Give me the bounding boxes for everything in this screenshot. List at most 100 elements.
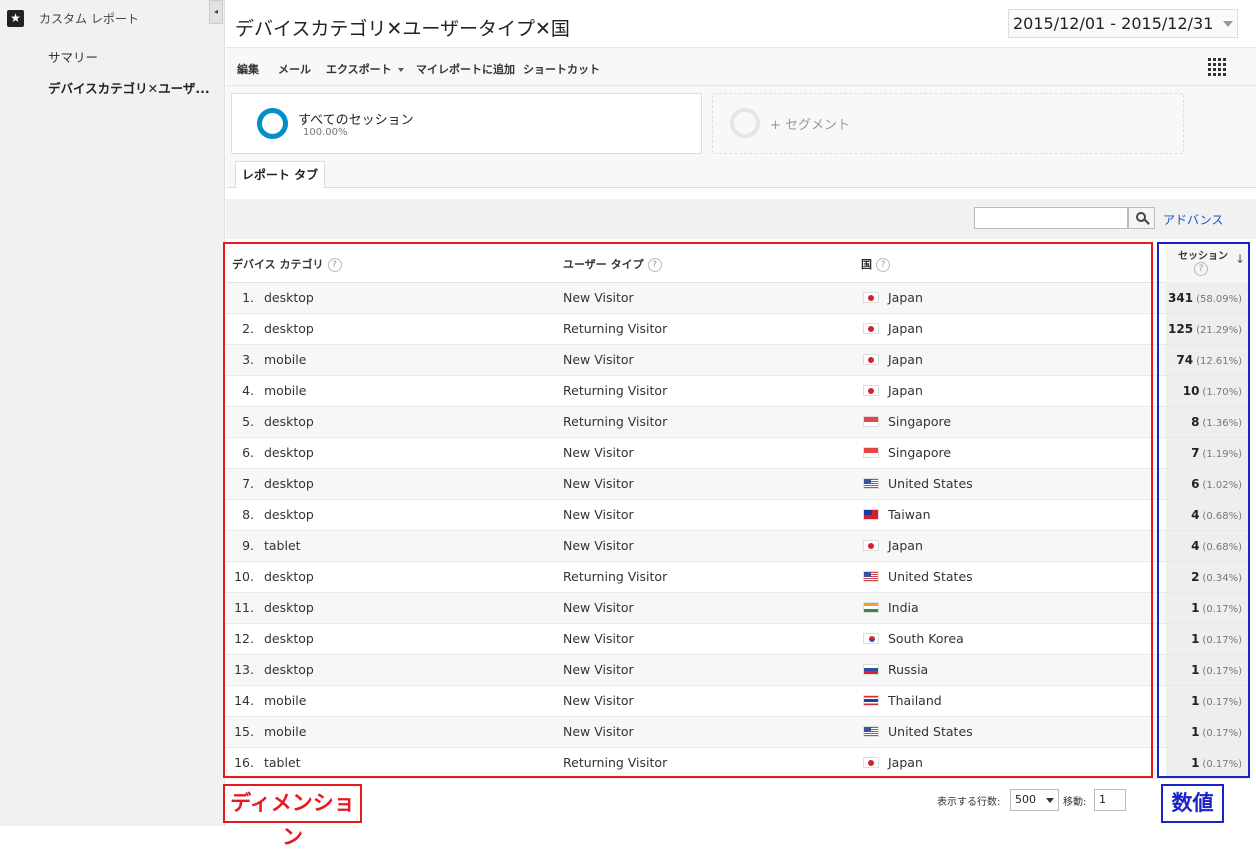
table-row: 8. desktop New Visitor Taiwan 4 (0.68%) — [226, 500, 1248, 531]
device-category-cell[interactable]: tablet — [264, 755, 301, 770]
column-header-country[interactable]: 国? — [861, 256, 890, 272]
sessions-value: 1 — [1191, 601, 1200, 615]
country-cell[interactable]: Japan — [888, 538, 923, 553]
goto-input[interactable]: 1 — [1094, 789, 1126, 811]
country-cell[interactable]: United States — [888, 724, 973, 739]
user-type-cell[interactable]: Returning Visitor — [563, 569, 667, 584]
export-label: エクスポート — [326, 63, 392, 76]
country-flag-icon — [863, 757, 879, 768]
collapse-sidebar-icon[interactable]: ◂ — [209, 0, 223, 24]
sessions-value: 1 — [1191, 725, 1200, 739]
country-flag-icon — [863, 323, 879, 334]
device-category-cell[interactable]: desktop — [264, 600, 314, 615]
device-category-cell[interactable]: mobile — [264, 693, 306, 708]
advanced-filter-link[interactable]: アドバンス — [1163, 211, 1223, 228]
user-type-cell[interactable]: New Visitor — [563, 724, 634, 739]
export-button[interactable]: エクスポート — [326, 61, 404, 77]
country-cell[interactable]: Singapore — [888, 414, 951, 429]
tab-report[interactable]: レポート タブ — [235, 161, 325, 189]
device-category-cell[interactable]: desktop — [264, 631, 314, 646]
country-flag-icon — [863, 540, 879, 551]
country-cell[interactable]: South Korea — [888, 631, 964, 646]
user-type-cell[interactable]: Returning Visitor — [563, 321, 667, 336]
country-cell[interactable]: Japan — [888, 321, 923, 336]
device-category-cell[interactable]: mobile — [264, 352, 306, 367]
sidebar-item-current-report[interactable]: デバイスカテゴリ✕ユーザ... — [48, 78, 213, 97]
search-button[interactable] — [1128, 207, 1155, 229]
user-type-cell[interactable]: Returning Visitor — [563, 383, 667, 398]
country-cell[interactable]: Japan — [888, 755, 923, 770]
sessions-value: 4 — [1191, 539, 1200, 553]
country-cell[interactable]: Taiwan — [888, 507, 931, 522]
help-icon[interactable]: ? — [1194, 262, 1208, 276]
shortcut-button[interactable]: ショートカット — [523, 61, 600, 77]
device-category-cell[interactable]: desktop — [264, 569, 314, 584]
sidebar-header[interactable]: ★ カスタム レポート — [0, 0, 225, 36]
sessions-value: 7 — [1191, 446, 1200, 460]
add-to-myreport-button[interactable]: マイレポートに追加 — [416, 61, 515, 77]
user-type-cell[interactable]: Returning Visitor — [563, 755, 667, 770]
country-cell[interactable]: India — [888, 600, 919, 615]
country-flag-icon — [863, 354, 879, 365]
column-header-sessions[interactable]: セッション ? ↓ — [1166, 244, 1248, 283]
segment-all-sessions[interactable]: すべてのセッション 100.00% — [231, 93, 702, 154]
table-row: 15. mobile New Visitor United States 1 (0.17%… — [226, 717, 1248, 748]
user-type-cell[interactable]: New Visitor — [563, 631, 634, 646]
add-segment-button[interactable]: + セグメント — [712, 93, 1184, 154]
user-type-cell[interactable]: New Visitor — [563, 693, 634, 708]
table-body: 1. desktop New Visitor Japan 341 (58.09%) 2. de… — [226, 283, 1248, 779]
search-input[interactable] — [974, 207, 1128, 229]
column-header-sessions-label: セッション — [1178, 251, 1228, 262]
country-cell[interactable]: Japan — [888, 383, 923, 398]
user-type-cell[interactable]: New Visitor — [563, 290, 634, 305]
help-icon[interactable]: ? — [647, 258, 662, 272]
country-flag-icon — [863, 447, 879, 458]
device-category-cell[interactable]: desktop — [264, 662, 314, 677]
date-range-picker[interactable]: 2015/12/01 - 2015/12/31 — [1008, 9, 1238, 38]
device-category-cell[interactable]: desktop — [264, 476, 314, 491]
user-type-cell[interactable]: New Visitor — [563, 352, 634, 367]
row-number: 5. — [242, 414, 254, 429]
country-cell[interactable]: Thailand — [888, 693, 942, 708]
device-category-cell[interactable]: mobile — [264, 724, 306, 739]
table-row: 16. tablet Returning Visitor Japan 1 (0.17%) — [226, 748, 1248, 779]
table-row: 6. desktop New Visitor Singapore 7 (1.19%) — [226, 438, 1248, 469]
device-category-cell[interactable]: desktop — [264, 414, 314, 429]
user-type-cell[interactable]: New Visitor — [563, 538, 634, 553]
country-cell[interactable]: Japan — [888, 290, 923, 305]
rows-per-page-select[interactable]: 500 — [1010, 789, 1059, 811]
device-category-cell[interactable]: desktop — [264, 321, 314, 336]
country-cell[interactable]: Russia — [888, 662, 928, 677]
help-icon[interactable]: ? — [327, 258, 342, 272]
sessions-percent: (0.17%) — [1202, 697, 1242, 708]
column-header-user-type[interactable]: ユーザー タイプ? — [563, 256, 662, 272]
edit-button[interactable]: 編集 — [237, 61, 259, 77]
sessions-percent: (0.17%) — [1202, 635, 1242, 646]
user-type-cell[interactable]: New Visitor — [563, 662, 634, 677]
grid-icon[interactable] — [1208, 58, 1226, 76]
country-cell[interactable]: United States — [888, 476, 973, 491]
device-category-cell[interactable]: desktop — [264, 445, 314, 460]
rows-per-page-label: 表示する行数: — [937, 797, 1001, 808]
device-category-cell[interactable]: mobile — [264, 383, 306, 398]
user-type-cell[interactable]: New Visitor — [563, 507, 634, 522]
segment-name: すべてのセッション — [298, 113, 414, 128]
user-type-cell[interactable]: New Visitor — [563, 476, 634, 491]
sort-descending-icon[interactable]: ↓ — [1235, 252, 1245, 266]
country-flag-icon — [863, 695, 879, 706]
sidebar-item-summary[interactable]: サマリー — [48, 47, 98, 66]
country-cell[interactable]: Singapore — [888, 445, 951, 460]
device-category-cell[interactable]: desktop — [264, 290, 314, 305]
user-type-cell[interactable]: New Visitor — [563, 445, 634, 460]
device-category-cell[interactable]: desktop — [264, 507, 314, 522]
country-cell[interactable]: United States — [888, 569, 973, 584]
mail-button[interactable]: メール — [278, 61, 311, 77]
help-icon[interactable]: ? — [876, 258, 890, 272]
user-type-cell[interactable]: New Visitor — [563, 600, 634, 615]
column-header-device[interactable]: デバイス カテゴリ? — [232, 256, 342, 272]
device-category-cell[interactable]: tablet — [264, 538, 301, 553]
date-range-label: 2015/12/01 - 2015/12/31 — [1013, 14, 1214, 33]
add-segment-label: + セグメント — [770, 118, 851, 133]
user-type-cell[interactable]: Returning Visitor — [563, 414, 667, 429]
country-cell[interactable]: Japan — [888, 352, 923, 367]
